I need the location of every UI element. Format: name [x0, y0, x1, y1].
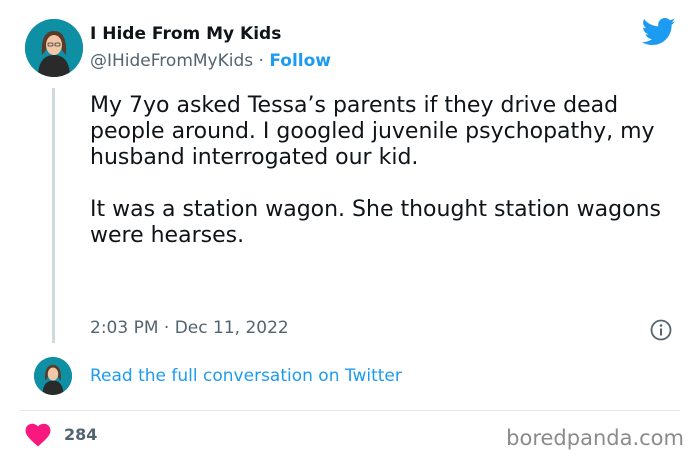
tweet-text: My 7yo asked Tessa’s parents if they dri…: [90, 93, 670, 249]
avatar-image: [34, 357, 72, 395]
watermark: boredpanda.com: [506, 426, 684, 450]
read-conversation-link[interactable]: Read the full conversation on Twitter: [90, 366, 402, 386]
twitter-bird-icon[interactable]: [642, 17, 676, 47]
handle-separator: ·: [253, 51, 270, 71]
info-icon[interactable]: [650, 319, 672, 341]
heart-icon[interactable]: [25, 423, 51, 447]
thread-line: [52, 88, 55, 343]
author-display-name[interactable]: I Hide From My Kids: [90, 24, 281, 44]
conversation-avatar[interactable]: [34, 357, 72, 395]
tweet-paragraph: It was a station wagon. She thought stat…: [90, 197, 661, 248]
tweet-timestamp[interactable]: 2:03 PM · Dec 11, 2022: [90, 318, 289, 338]
avatar-image: [25, 19, 83, 77]
like-count: 284: [64, 425, 98, 444]
author-handle-row: @IHideFromMyKids · Follow: [90, 51, 331, 71]
author-avatar[interactable]: [25, 19, 83, 77]
follow-button[interactable]: Follow: [269, 51, 331, 71]
tweet-paragraph: My 7yo asked Tessa’s parents if they dri…: [90, 93, 655, 170]
divider: [20, 410, 680, 411]
author-handle[interactable]: @IHideFromMyKids: [90, 51, 253, 71]
